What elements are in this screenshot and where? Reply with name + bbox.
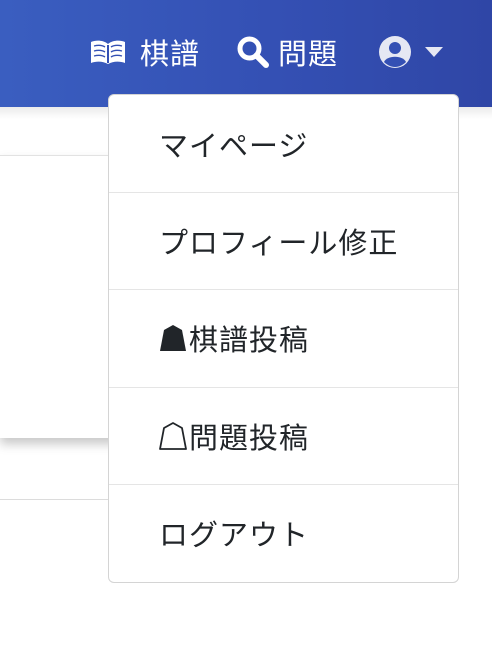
shogi-piece-outline-icon xyxy=(159,422,187,450)
shogi-piece-filled-icon xyxy=(160,325,186,351)
menu-item-mypage[interactable]: マイページ xyxy=(109,95,458,192)
search-icon xyxy=(237,36,269,68)
background-divider xyxy=(0,499,120,500)
menu-item-profile-edit[interactable]: プロフィール修正 xyxy=(109,192,458,289)
user-dropdown-menu: マイページ プロフィール修正 棋譜投稿 問題投稿 ログアウト xyxy=(108,94,459,583)
book-open-icon xyxy=(91,40,125,64)
navbar: 棋譜 問題 xyxy=(0,0,492,107)
menu-item-post-kifu[interactable]: 棋譜投稿 xyxy=(109,289,458,386)
caret-down-icon xyxy=(425,47,443,57)
user-menu-toggle[interactable] xyxy=(377,33,443,71)
menu-item-label: 棋譜投稿 xyxy=(189,323,310,357)
user-circle-icon xyxy=(379,36,411,68)
menu-item-logout[interactable]: ログアウト xyxy=(109,484,458,581)
menu-item-label: 問題投稿 xyxy=(189,421,310,455)
menu-item-post-mondai[interactable]: 問題投稿 xyxy=(109,387,458,484)
menu-item-label: マイページ xyxy=(159,128,309,163)
nav-mondai-label: 問題 xyxy=(278,37,339,71)
menu-item-label: プロフィール修正 xyxy=(159,226,399,260)
nav-kifu-link[interactable]: 棋譜 xyxy=(90,28,200,76)
menu-item-label: ログアウト xyxy=(159,518,310,552)
nav-mondai-link[interactable]: 問題 xyxy=(236,28,338,76)
nav-kifu-label: 棋譜 xyxy=(140,37,201,71)
